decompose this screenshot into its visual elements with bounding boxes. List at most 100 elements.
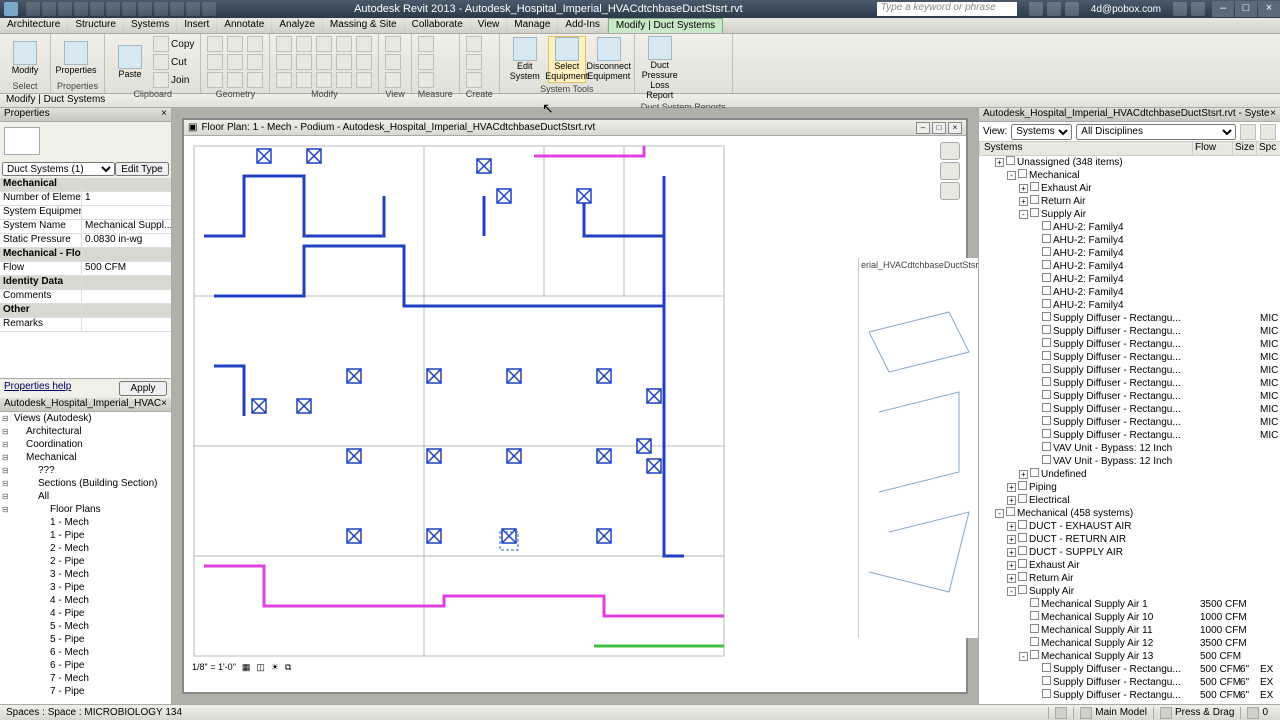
system-tree-row[interactable]: +DUCT - SUPPLY AIR — [979, 546, 1280, 559]
tree-node[interactable]: Coordination — [0, 438, 171, 451]
properties-button[interactable]: Properties — [57, 41, 95, 76]
design-options-icon[interactable] — [1080, 707, 1092, 719]
exchange-icon[interactable] — [1065, 2, 1079, 16]
system-tree-row[interactable]: AHU-2: Family4 — [979, 286, 1280, 299]
qat-icon[interactable] — [170, 2, 184, 16]
tool-icon[interactable] — [466, 72, 482, 88]
system-tree-row[interactable]: Supply Diffuser - Rectangu...MIC — [979, 390, 1280, 403]
subscription-icon[interactable] — [1047, 2, 1061, 16]
system-tree-row[interactable]: Mechanical Supply Air 123500 CFM — [979, 637, 1280, 650]
tool-icon[interactable] — [385, 72, 401, 88]
apply-button[interactable]: Apply — [119, 381, 167, 396]
property-row[interactable]: Static Pressure0.0830 in-wg — [0, 234, 171, 248]
system-tree-row[interactable]: Supply Diffuser - Rectangu...MIC — [979, 312, 1280, 325]
tab-modify-duct-systems[interactable]: Modify | Duct Systems — [608, 18, 723, 33]
system-tree-row[interactable]: Mechanical Supply Air 101000 CFM — [979, 611, 1280, 624]
system-tree-row[interactable]: +Return Air — [979, 572, 1280, 585]
tool-icon[interactable] — [227, 72, 243, 88]
tool-icon[interactable] — [316, 54, 332, 70]
tree-node[interactable]: 7 - Mech — [0, 672, 171, 685]
tool-icon[interactable] — [418, 36, 434, 52]
tool-icon[interactable] — [247, 54, 263, 70]
system-tree-row[interactable]: Supply Diffuser - Rectangu...MIC — [979, 403, 1280, 416]
qat-redo-icon[interactable] — [74, 2, 88, 16]
qat-icon[interactable] — [186, 2, 200, 16]
minimize-button[interactable]: – — [1212, 1, 1234, 17]
tree-node[interactable]: Views (Autodesk) — [0, 412, 171, 425]
qat-icon[interactable] — [138, 2, 152, 16]
tool-icon[interactable] — [296, 72, 312, 88]
tree-node[interactable]: 2 - Mech — [0, 542, 171, 555]
floor-plan-canvas[interactable]: 1/8" = 1'-0" ▦ ◫ ☀ ⧉ — [184, 136, 966, 676]
tool-icon[interactable] — [336, 54, 352, 70]
qat-icon[interactable] — [122, 2, 136, 16]
qat-save-icon[interactable] — [42, 2, 56, 16]
zoom-icon[interactable] — [940, 162, 960, 180]
view-minimize-button[interactable]: – — [916, 122, 930, 134]
system-tree-row[interactable]: Supply Diffuser - Rectangu...500 CFM6"EX — [979, 676, 1280, 689]
tool-icon[interactable] — [296, 54, 312, 70]
properties-help-link[interactable]: Properties help — [4, 381, 71, 396]
system-tree-row[interactable]: +Return Air — [979, 195, 1280, 208]
model-label[interactable]: Main Model — [1095, 707, 1147, 718]
qat-open-icon[interactable] — [26, 2, 40, 16]
tool-icon[interactable] — [336, 36, 352, 52]
crop-icon[interactable]: ⧉ — [285, 662, 291, 673]
system-tree-row[interactable]: AHU-2: Family4 — [979, 247, 1280, 260]
qat-icon[interactable] — [106, 2, 120, 16]
search-icon[interactable] — [1029, 2, 1043, 16]
system-tree-row[interactable]: -Supply Air — [979, 208, 1280, 221]
system-tree-row[interactable]: AHU-2: Family4 — [979, 299, 1280, 312]
system-tree-row[interactable]: +Piping — [979, 481, 1280, 494]
system-tree-row[interactable]: Supply Diffuser - Rectangu...MIC — [979, 377, 1280, 390]
tool-icon[interactable] — [207, 36, 223, 52]
workset-icon[interactable] — [1055, 707, 1067, 719]
property-row[interactable]: Flow500 CFM — [0, 262, 171, 276]
system-tree-row[interactable]: Supply Diffuser - Rectangu...MIC — [979, 429, 1280, 442]
tool-icon[interactable] — [276, 36, 292, 52]
system-tree-row[interactable]: +Undefined — [979, 468, 1280, 481]
discipline-select[interactable]: All Disciplines — [1076, 124, 1236, 140]
app-icon[interactable] — [4, 2, 18, 16]
tab-view[interactable]: View — [471, 18, 508, 33]
system-tree-row[interactable]: Mechanical Supply Air 111000 CFM — [979, 624, 1280, 637]
property-row[interactable]: Remarks — [0, 318, 171, 332]
edit-type-button[interactable]: Edit Type — [115, 162, 169, 176]
tree-node[interactable]: Architectural — [0, 425, 171, 438]
tree-node[interactable]: 5 - Pipe — [0, 633, 171, 646]
system-tree-row[interactable]: Mechanical Supply Air 13500 CFM — [979, 598, 1280, 611]
qat-icon[interactable] — [154, 2, 168, 16]
tree-node[interactable]: 7 - Pipe — [0, 685, 171, 698]
tree-node[interactable]: 3 - Mech — [0, 568, 171, 581]
qat-print-icon[interactable] — [90, 2, 104, 16]
column-settings-icon[interactable] — [1240, 124, 1256, 140]
tree-node[interactable]: 4 - Pipe — [0, 607, 171, 620]
maximize-button[interactable]: □ — [1235, 1, 1257, 17]
system-browser-tree[interactable]: +Unassigned (348 items)-Mechanical+Exhau… — [979, 156, 1280, 704]
edit-system-button[interactable]: EditSystem — [506, 37, 544, 82]
tool-icon[interactable] — [276, 54, 292, 70]
duct-pressure-loss-report-button[interactable]: DuctPressure Loss Report — [641, 36, 679, 101]
tab-annotate[interactable]: Annotate — [217, 18, 272, 33]
system-tree-row[interactable]: Supply Diffuser - Rectangu...500 CFM6"EX — [979, 663, 1280, 676]
view-maximize-button[interactable]: □ — [932, 122, 946, 134]
tree-node[interactable]: 6 - Pipe — [0, 659, 171, 672]
tree-node[interactable]: 2 - Pipe — [0, 555, 171, 568]
close-icon[interactable]: × — [161, 108, 167, 121]
tree-node[interactable]: 3 - Pipe — [0, 581, 171, 594]
tab-structure[interactable]: Structure — [68, 18, 124, 33]
tool-icon[interactable] — [385, 54, 401, 70]
tab-insert[interactable]: Insert — [177, 18, 217, 33]
steering-wheel-icon[interactable] — [940, 142, 960, 160]
system-tree-row[interactable]: Supply Diffuser - Rectangu...MIC — [979, 325, 1280, 338]
select-equipment-button[interactable]: SelectEquipment — [548, 36, 586, 83]
tree-node[interactable]: 5 - Mech — [0, 620, 171, 633]
system-tree-row[interactable]: Supply Diffuser - Rectangu...MIC — [979, 416, 1280, 429]
tool-icon[interactable] — [356, 72, 372, 88]
floor-plan-view[interactable]: ▣ Floor Plan: 1 - Mech - Podium - Autode… — [182, 118, 968, 694]
system-tree-row[interactable]: +DUCT - EXHAUST AIR — [979, 520, 1280, 533]
close-icon[interactable]: × — [1270, 108, 1276, 121]
navigation-bar[interactable] — [940, 142, 960, 202]
type-selector[interactable]: Duct Systems (1) — [2, 162, 115, 176]
help-search-input[interactable]: Type a keyword or phrase — [877, 2, 1017, 16]
